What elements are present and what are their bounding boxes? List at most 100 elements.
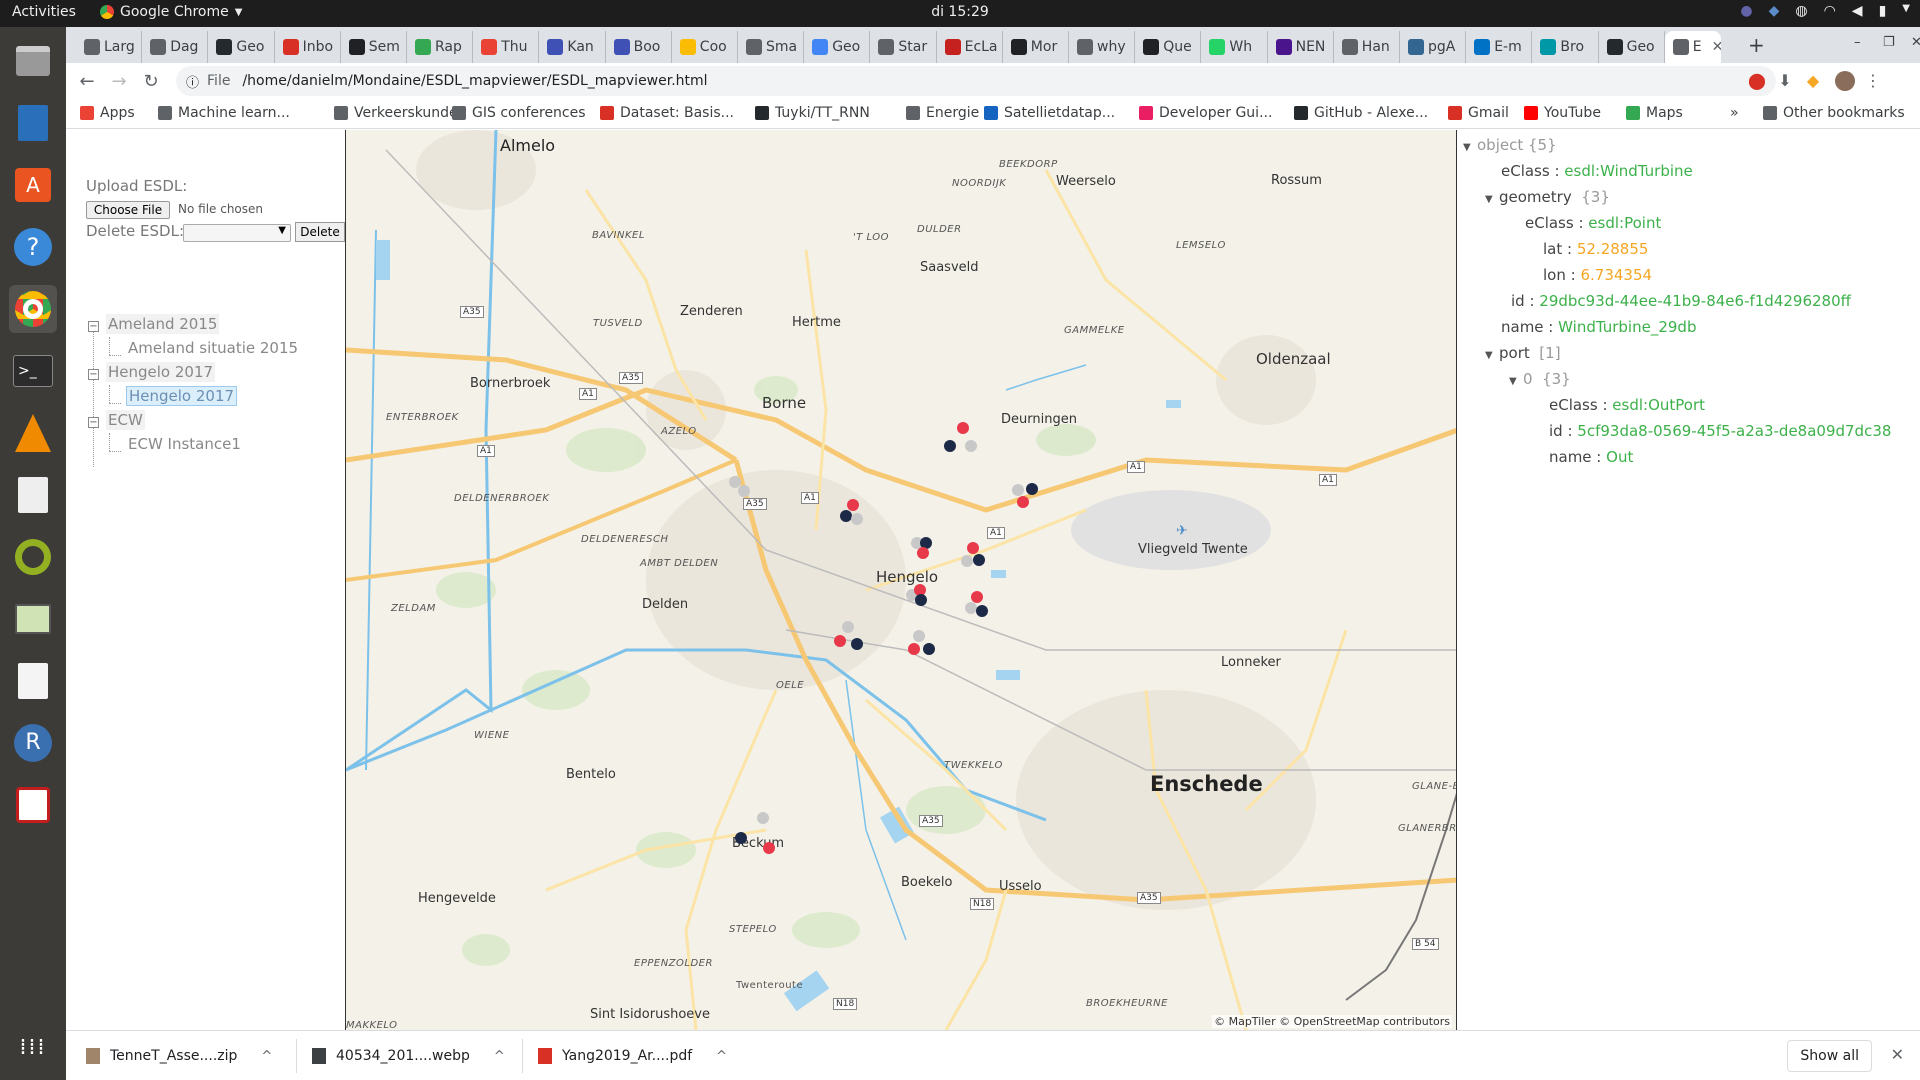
download-item[interactable]: Yang2019_Ar....pdf ^	[538, 1041, 727, 1071]
browser-tab[interactable]: EcLa	[937, 31, 1003, 63]
app-grid-icon[interactable]: ⁞⁞⁞	[9, 1023, 57, 1071]
close-window-icon[interactable]: ✕	[1911, 35, 1920, 50]
asset-marker[interactable]	[847, 499, 859, 511]
wifi-icon[interactable]: ◠	[1824, 3, 1836, 19]
asset-marker[interactable]	[842, 621, 854, 633]
asset-marker[interactable]	[851, 513, 863, 525]
tree-collapse-toggle[interactable]: −	[88, 321, 99, 332]
vlc-icon[interactable]	[9, 409, 57, 457]
files-icon[interactable]	[9, 37, 57, 85]
asset-marker[interactable]	[961, 555, 973, 567]
asset-marker[interactable]	[976, 605, 988, 617]
browser-tab[interactable]: Coo	[672, 31, 738, 63]
asset-marker[interactable]	[913, 630, 925, 642]
info-icon[interactable]: ⓘ	[186, 72, 199, 91]
browser-tab[interactable]: Star	[870, 31, 937, 63]
browser-tab[interactable]: Han	[1334, 31, 1400, 63]
system-tray[interactable]: ● ◆ ◍ ◠ ◀ ▮ ▼	[1740, 3, 1910, 19]
browser-tab[interactable]: Rap	[407, 31, 474, 63]
clock[interactable]: di 15:29	[0, 4, 1920, 20]
editor-icon[interactable]	[9, 471, 57, 519]
bookmarks-overflow-button[interactable]: »	[1730, 105, 1739, 121]
browser-tab[interactable]: NEN	[1268, 31, 1334, 63]
bookmark-item[interactable]: GIS conferences	[452, 105, 586, 121]
chevron-up-icon[interactable]: ^	[261, 1049, 272, 1064]
delete-button[interactable]: Delete	[295, 222, 345, 242]
tree-collapse-toggle[interactable]: −	[88, 369, 99, 380]
asset-marker[interactable]	[1012, 484, 1024, 496]
browser-tab[interactable]: Geo	[804, 31, 871, 63]
extension-badge-icon[interactable]: ◆	[1803, 71, 1823, 91]
browser-tab[interactable]: Thu	[473, 31, 540, 63]
menu-icon[interactable]: ⋮	[1863, 71, 1883, 91]
volume-icon[interactable]: ◀	[1852, 3, 1863, 19]
browser-tab[interactable]: Boo	[606, 31, 672, 63]
asset-marker[interactable]	[967, 542, 979, 554]
browser-tab[interactable]: Wh	[1201, 31, 1268, 63]
qgis-icon[interactable]	[9, 533, 57, 581]
asset-marker[interactable]	[908, 643, 920, 655]
chrome-icon[interactable]	[9, 285, 57, 333]
browser-tab[interactable]: why	[1069, 31, 1136, 63]
pdf-icon[interactable]	[9, 781, 57, 829]
postgres-icon[interactable]: ◆	[1769, 3, 1780, 19]
new-tab-icon[interactable]: +	[1748, 33, 1765, 57]
teams-icon[interactable]: ●	[1740, 3, 1752, 19]
asset-marker[interactable]	[973, 554, 985, 566]
software-icon[interactable]: A	[9, 161, 57, 209]
maximize-icon[interactable]: ❐	[1883, 35, 1895, 50]
writer-icon[interactable]	[9, 99, 57, 147]
chevron-up-icon[interactable]: ^	[494, 1049, 505, 1064]
bookmark-item[interactable]: Apps	[80, 105, 135, 121]
r-icon[interactable]: R	[9, 719, 57, 767]
tree-collapse-toggle[interactable]: −	[88, 417, 99, 428]
asset-marker[interactable]	[851, 638, 863, 650]
browser-tab[interactable]: E ✕	[1664, 31, 1721, 63]
tree-node-hengelo-2017[interactable]: Hengelo 2017	[106, 362, 216, 382]
asset-marker[interactable]	[763, 842, 775, 854]
choose-file-button[interactable]: Choose File	[86, 201, 170, 219]
caret-down-icon[interactable]: ▼	[1485, 194, 1499, 205]
download-item[interactable]: TenneT_Asse....zip ^	[86, 1041, 272, 1071]
tree-node-ecw-instance1[interactable]: ECW Instance1	[128, 435, 241, 453]
asset-marker[interactable]	[971, 591, 983, 603]
caret-down-icon[interactable]: ▼	[1485, 350, 1499, 361]
image-viewer-icon[interactable]	[9, 595, 57, 643]
browser-tab[interactable]: Geo	[1599, 31, 1665, 63]
close-icon[interactable]: ✕	[1891, 1045, 1904, 1064]
asset-marker[interactable]	[834, 635, 846, 647]
bookmark-item[interactable]: GitHub - Alexe...	[1294, 105, 1428, 121]
other-bookmarks-folder[interactable]: Other bookmarks	[1763, 105, 1905, 121]
browser-tab[interactable]: pgA	[1400, 31, 1467, 63]
json-root-row[interactable]: ▼ object {5}	[1463, 136, 1557, 154]
json-port0-row[interactable]: ▼ 0 {3}	[1509, 370, 1571, 388]
tree-node-hengelo-2017-instance[interactable]: Hengelo 2017	[126, 386, 238, 406]
minimize-icon[interactable]: –	[1854, 35, 1861, 50]
text-editor-icon[interactable]	[9, 657, 57, 705]
forward-icon[interactable]: →	[106, 69, 132, 95]
tree-node-ecw[interactable]: ECW	[106, 410, 145, 430]
bookmark-item[interactable]: Satellietdatap...	[984, 105, 1115, 121]
asset-marker[interactable]	[917, 547, 929, 559]
close-tab-icon[interactable]: ✕	[1712, 39, 1721, 55]
bookmark-item[interactable]: Developer Gui...	[1139, 105, 1272, 121]
address-bar[interactable]: ⓘ File /home/danielm/Mondaine/ESDL_mapvi…	[176, 66, 1776, 96]
map-attribution[interactable]: © MapTiler © OpenStreetMap contributors	[1212, 1015, 1452, 1028]
caret-down-icon[interactable]: ▼	[1509, 376, 1523, 387]
bookmark-item[interactable]: Machine learn...	[158, 105, 290, 121]
asset-marker[interactable]	[965, 440, 977, 452]
help-icon[interactable]: ?	[9, 223, 57, 271]
browser-tab[interactable]: Que	[1135, 31, 1202, 63]
browser-tab[interactable]: Geo	[208, 31, 275, 63]
tree-node-ameland-situatie-2015[interactable]: Ameland situatie 2015	[128, 339, 298, 357]
asset-marker[interactable]	[923, 643, 935, 655]
download-item[interactable]: 40534_201....webp ^	[312, 1041, 505, 1071]
browser-tab[interactable]: Sma	[738, 31, 805, 63]
profile-avatar[interactable]	[1835, 71, 1855, 91]
json-port-row[interactable]: ▼ port [1]	[1485, 344, 1561, 362]
extension-icon[interactable]: ⬤	[1747, 71, 1767, 91]
map-view[interactable]: Almelo Weerselo Rossum Saasveld Zenderen…	[345, 130, 1457, 1030]
asset-marker[interactable]	[738, 485, 750, 497]
bookmark-item[interactable]: Verkeerskunde	[334, 105, 458, 121]
browser-tab[interactable]: Kan	[539, 31, 606, 63]
